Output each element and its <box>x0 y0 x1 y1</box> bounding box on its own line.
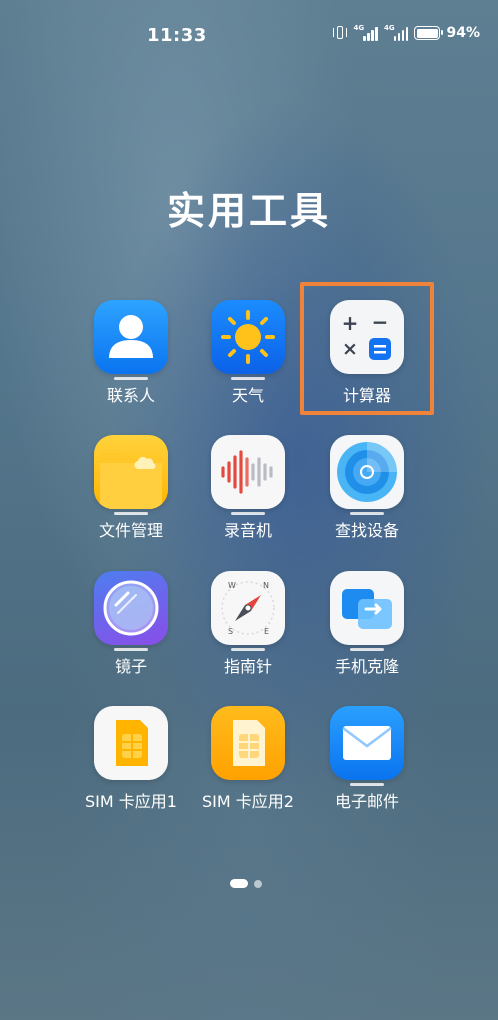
network-type-label-2: 4G <box>383 24 395 32</box>
page-indicator[interactable] <box>230 879 262 888</box>
app-file-manager[interactable]: 文件管理 <box>72 435 190 541</box>
status-bar: 11:33 4G 4G 94% <box>0 0 498 72</box>
app-find-device[interactable]: 查找设备 <box>308 435 426 541</box>
app-label: 指南针 <box>223 657 272 676</box>
app-label: 天气 <box>231 386 264 405</box>
page-dot-active[interactable] <box>230 879 248 888</box>
app-label: 文件管理 <box>98 521 163 540</box>
app-label: 联系人 <box>106 386 155 405</box>
app-label: 录音机 <box>223 521 272 540</box>
battery-percent: 94% <box>446 25 480 41</box>
compass-letter-s: S <box>228 627 233 636</box>
app-mirror[interactable]: 镜子 <box>72 571 190 677</box>
app-phone-clone[interactable]: 手机克隆 <box>308 571 426 677</box>
compass-letter-n: N <box>263 581 269 590</box>
compass-icon: W N S E <box>211 571 285 645</box>
app-label: 查找设备 <box>334 521 399 540</box>
battery-icon <box>414 26 444 40</box>
phone-clone-icon <box>330 571 404 645</box>
folder-title[interactable]: 实用工具 <box>0 180 498 235</box>
find-device-icon <box>330 435 404 509</box>
app-label: SIM 卡应用2 <box>202 792 294 811</box>
mirror-icon <box>94 571 168 645</box>
email-icon <box>330 706 404 780</box>
page-dot[interactable] <box>254 879 262 888</box>
status-icons: 4G 4G 94% <box>333 24 480 41</box>
compass-letter-e: E <box>264 627 269 636</box>
app-contacts[interactable]: 联系人 <box>72 300 190 406</box>
network-type-label-1: 4G <box>353 24 365 32</box>
app-label: 镜子 <box>114 657 147 676</box>
signal-icon-1: 4G <box>353 24 378 41</box>
app-label: 手机克隆 <box>334 657 399 676</box>
app-label: SIM 卡应用1 <box>85 792 177 811</box>
app-sim-card-2[interactable]: SIM 卡应用2 <box>189 706 307 812</box>
compass-letter-w: W <box>228 581 236 590</box>
sim-card-icon <box>94 706 168 780</box>
highlight-box <box>300 282 434 415</box>
sim-card-icon <box>211 706 285 780</box>
app-weather[interactable]: 天气 <box>189 300 307 406</box>
app-sim-card-1[interactable]: SIM 卡应用1 <box>72 706 190 812</box>
app-compass[interactable]: W N S E 指南针 <box>189 571 307 677</box>
recorder-icon <box>211 435 285 509</box>
app-email[interactable]: 电子邮件 <box>308 706 426 812</box>
signal-icon-2: 4G <box>383 24 409 41</box>
status-time: 11:33 <box>147 25 207 46</box>
weather-icon <box>211 300 285 374</box>
app-recorder[interactable]: 录音机 <box>189 435 307 541</box>
app-label: 电子邮件 <box>334 792 399 811</box>
vibrate-icon <box>333 25 348 41</box>
file-manager-icon <box>94 435 168 509</box>
contacts-icon <box>94 300 168 374</box>
